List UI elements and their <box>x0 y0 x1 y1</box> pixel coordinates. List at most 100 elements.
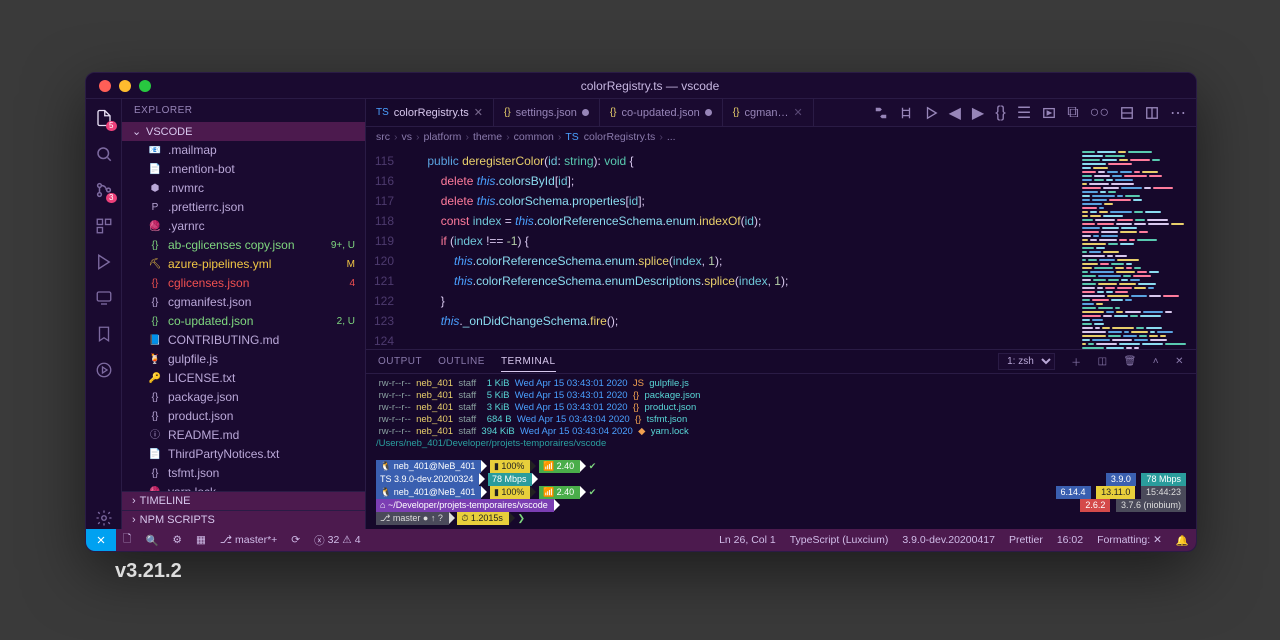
status-branch[interactable]: ⎇ master*+ <box>213 534 284 546</box>
close-icon[interactable] <box>99 80 111 92</box>
kill-terminal-icon[interactable]: 🗑 <box>1124 356 1137 367</box>
file-item[interactable]: 🍹gulpfile.js <box>122 350 365 369</box>
split-terminal-icon[interactable]: ◫ <box>1098 356 1108 367</box>
list-icon[interactable]: ☰ <box>1017 103 1031 123</box>
preview-icon[interactable] <box>1042 106 1056 120</box>
status-position[interactable]: Ln 26, Col 1 <box>712 534 783 546</box>
breadcrumb-item[interactable]: src <box>376 131 390 143</box>
file-tree[interactable]: 📧.mailmap📄.mention-bot⬢.nvmrcP.prettierr… <box>122 141 365 491</box>
status-language[interactable]: TypeScript (Luxcium) <box>783 534 896 546</box>
file-item[interactable]: P.prettierrc.json <box>122 198 365 217</box>
source-control-icon[interactable]: 3 <box>93 179 115 201</box>
file-item[interactable]: 📘CONTRIBUTING.md <box>122 331 365 350</box>
editor-window: colorRegistry.ts — vscode 5 3 EXPLORER <box>85 72 1197 552</box>
explorer-icon[interactable]: 5 <box>93 107 115 129</box>
file-item[interactable]: {}co-updated.json2, U <box>122 312 365 331</box>
terminal-select[interactable]: 1: zsh <box>998 353 1055 370</box>
more-icon[interactable]: ⋯ <box>1170 103 1186 123</box>
split-right-icon[interactable] <box>1145 106 1159 120</box>
status-formatting[interactable]: Formatting: ✕ <box>1090 534 1169 546</box>
editor-tab[interactable]: {}cgman…✕ <box>723 99 814 126</box>
prev-icon[interactable]: ◀ <box>949 103 961 123</box>
terminal[interactable]: rw-r--r-- neb_401 staff 1 KiB Wed Apr 15… <box>366 374 1196 457</box>
breadcrumb-item[interactable]: ... <box>667 131 676 143</box>
file-icon: 📄 <box>148 161 162 178</box>
file-item[interactable]: 📧.mailmap <box>122 141 365 160</box>
file-item[interactable]: ⛏azure-pipelines.ymlM <box>122 255 365 274</box>
breadcrumbs[interactable]: src›vs›platform›theme›common›TS colorReg… <box>366 127 1196 147</box>
remote-status-icon[interactable] <box>86 529 116 551</box>
file-item[interactable]: 📄ThirdPartyNotices.txt <box>122 445 365 464</box>
settings-gear-icon[interactable] <box>93 507 115 529</box>
file-item[interactable]: ⓘREADME.md <box>122 426 365 445</box>
close-panel-icon[interactable]: ✕ <box>1175 356 1184 367</box>
breadcrumb-item[interactable]: common <box>514 131 554 143</box>
pl-user: 🐧 neb_401@NeB_401 <box>376 460 481 473</box>
file-item[interactable]: {}ab-cglicenses copy.json9+, U <box>122 236 365 255</box>
breadcrumb-item[interactable]: platform <box>424 131 462 143</box>
panel-tab-terminal[interactable]: TERMINAL <box>501 352 556 372</box>
run-icon[interactable] <box>924 106 938 120</box>
file-icon: {} <box>148 465 162 482</box>
file-item[interactable]: {}package.json <box>122 388 365 407</box>
file-icon: 🧶 <box>148 484 162 491</box>
code-editor[interactable]: 115116117118119120121122123124 public de… <box>366 147 1076 349</box>
status-sync[interactable]: ⟳ <box>284 534 307 546</box>
file-item[interactable]: {}tsfmt.json <box>122 464 365 483</box>
status-tsversion[interactable]: 3.9.0-dev.20200417 <box>895 534 1002 546</box>
npm-scripts-section[interactable]: ›NPM SCRIPTS <box>122 510 365 529</box>
status-bell-icon[interactable]: 🔔 <box>1169 534 1196 547</box>
editor-tab[interactable]: TScolorRegistry.ts✕ <box>366 99 494 126</box>
live-share-icon[interactable] <box>93 359 115 381</box>
file-item[interactable]: {}cglicenses.json4 <box>122 274 365 293</box>
split-down-icon[interactable] <box>1120 106 1134 120</box>
maximize-panel-icon[interactable]: ˄ <box>1153 356 1159 367</box>
editor-tab[interactable]: {}co-updated.json <box>600 99 723 126</box>
close-tab-icon[interactable]: ✕ <box>474 106 483 119</box>
pl-mbps: 78 Mbps <box>488 473 533 486</box>
bookmarks-icon[interactable] <box>93 323 115 345</box>
circles-icon[interactable]: ○○ <box>1090 104 1109 122</box>
pl-py: 3.9.0 <box>1106 473 1136 486</box>
file-icon: P <box>148 199 162 216</box>
minimize-icon[interactable] <box>119 80 131 92</box>
panel-tab-output[interactable]: OUTPUT <box>378 352 422 371</box>
status-problems[interactable]: ⓧ 32 ⚠ 4 <box>307 533 367 548</box>
link-icon[interactable]: ⧉ <box>1067 104 1078 122</box>
file-icon: ⓘ <box>148 427 162 444</box>
file-item[interactable]: 🔑LICENSE.txt <box>122 369 365 388</box>
braces-icon[interactable]: {} <box>995 104 1006 122</box>
next-icon[interactable]: ▶ <box>972 103 984 123</box>
breadcrumb-item[interactable]: theme <box>473 131 502 143</box>
file-item[interactable]: 🧶yarn.lock <box>122 483 365 491</box>
file-item[interactable]: 📄.mention-bot <box>122 160 365 179</box>
status-search-icon[interactable]: 🔍 <box>138 534 165 547</box>
run-debug-icon[interactable] <box>93 251 115 273</box>
status-ext-icon[interactable]: ▦ <box>189 534 213 546</box>
file-item[interactable]: 🧶.yarnrc <box>122 217 365 236</box>
status-prettier[interactable]: Prettier <box>1002 534 1050 546</box>
search-icon[interactable] <box>93 143 115 165</box>
maximize-icon[interactable] <box>139 80 151 92</box>
minimap[interactable] <box>1076 147 1196 349</box>
extensions-icon[interactable] <box>93 215 115 237</box>
editor-tab[interactable]: {}settings.json <box>494 99 600 126</box>
breadcrumb-item[interactable]: vs <box>402 131 413 143</box>
new-terminal-icon[interactable]: ＋ <box>1071 354 1082 369</box>
code-content[interactable]: public deregisterColor(id: string): void… <box>406 147 1076 349</box>
status-settings-icon[interactable]: ⚙ <box>166 534 189 546</box>
timeline-section[interactable]: ›TIMELINE <box>122 491 365 510</box>
status-file-icon[interactable]: 🗋 <box>116 531 138 549</box>
breadcrumb-item[interactable]: TS colorRegistry.ts <box>565 131 655 143</box>
file-item[interactable]: {}cgmanifest.json <box>122 293 365 312</box>
remote-icon[interactable] <box>93 287 115 309</box>
panel-tab-outline[interactable]: OUTLINE <box>438 352 485 371</box>
diff-icon[interactable] <box>874 106 888 120</box>
file-item[interactable]: {}product.json <box>122 407 365 426</box>
line-gutter: 115116117118119120121122123124 <box>366 147 406 349</box>
explorer-badge: 5 <box>106 121 116 131</box>
compare-icon[interactable] <box>899 106 913 120</box>
folder-section-header[interactable]: ⌄ VSCODE <box>122 122 365 141</box>
file-item[interactable]: ⬢.nvmrc <box>122 179 365 198</box>
close-tab-icon[interactable]: ✕ <box>794 106 803 119</box>
